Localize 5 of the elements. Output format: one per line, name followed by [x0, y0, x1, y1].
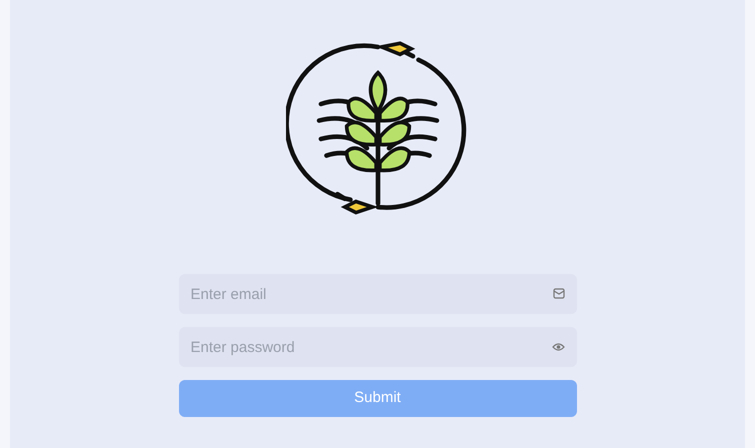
eye-icon[interactable] — [552, 342, 564, 352]
email-field[interactable]: Enter email — [178, 274, 576, 314]
password-field[interactable]: Enter password — [178, 327, 576, 367]
mail-icon — [552, 288, 564, 299]
submit-button[interactable]: Submit — [178, 380, 576, 417]
